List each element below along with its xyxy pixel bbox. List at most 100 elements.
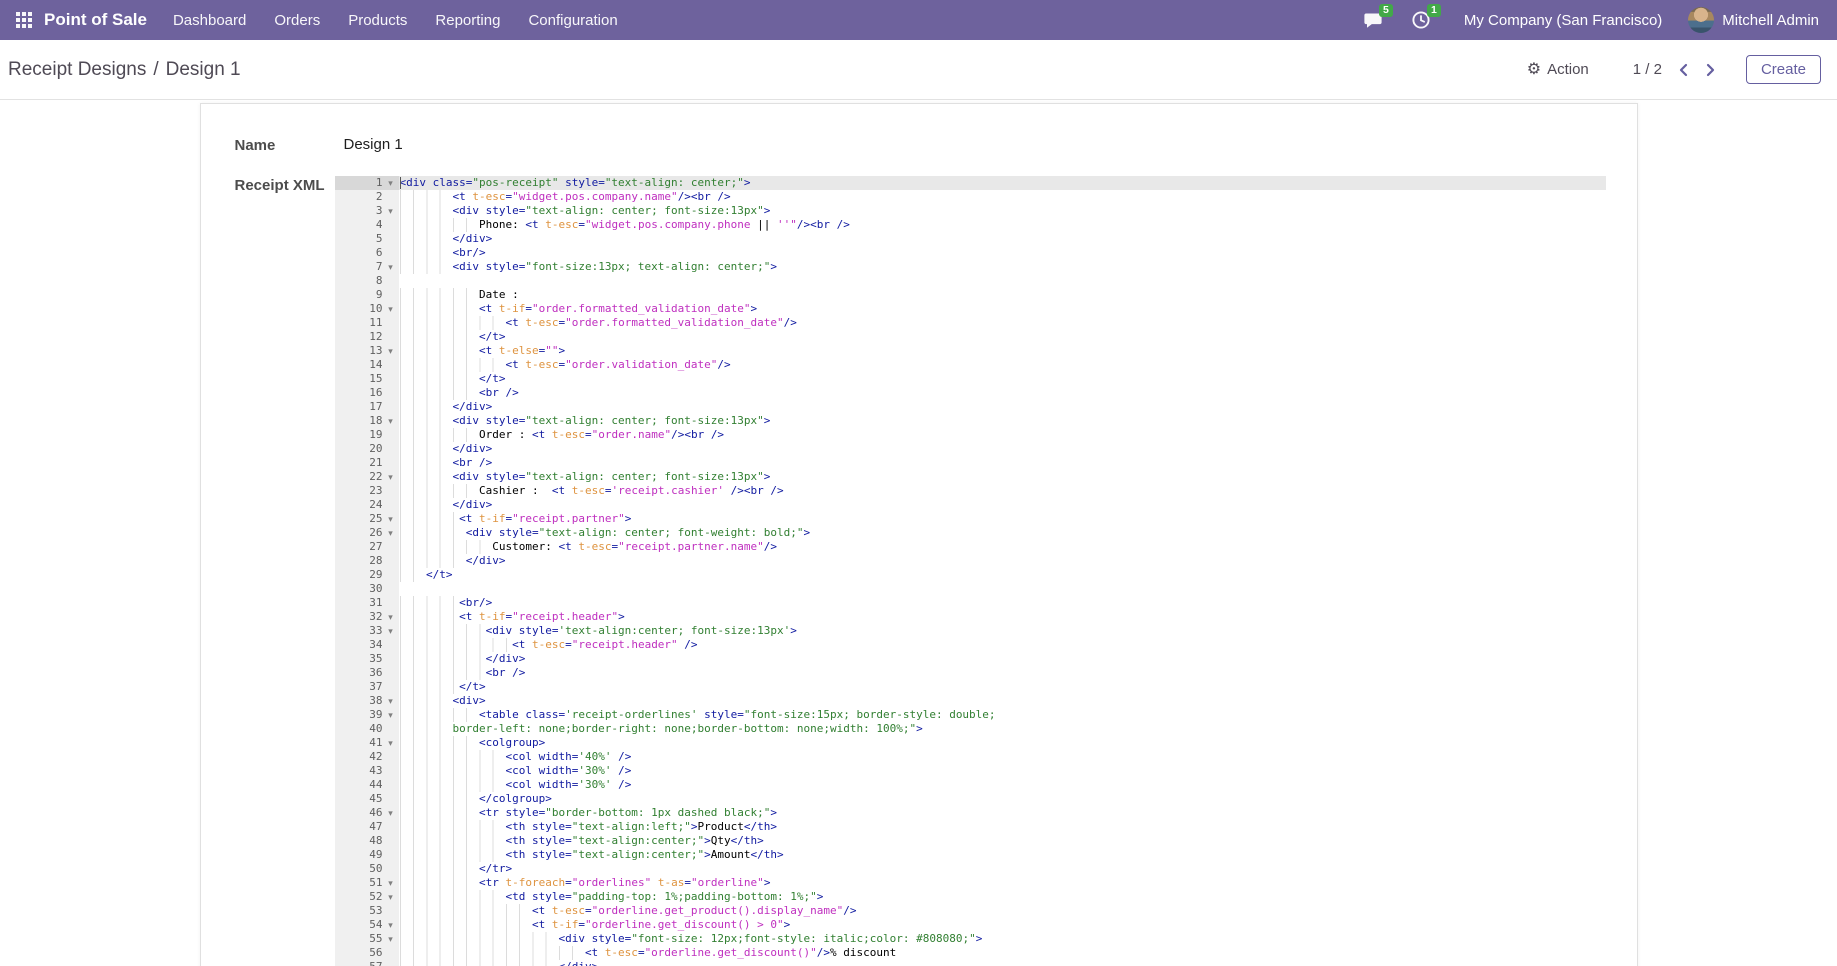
user-menu[interactable]: Mitchell Admin (1722, 12, 1819, 29)
line-number[interactable]: 33▾ (335, 624, 399, 638)
code-text[interactable]: <t t-if="receipt.partner"> (399, 512, 1606, 526)
code-line-10[interactable]: 10▾ <t t-if="order.formatted_validation_… (335, 302, 1606, 316)
code-line-22[interactable]: 22▾ <div style="text-align: center; font… (335, 470, 1606, 484)
code-text[interactable]: <colgroup> (399, 736, 1606, 750)
code-text[interactable]: <col width='40%' /> (399, 750, 1606, 764)
pager-next-button[interactable] (1704, 61, 1718, 79)
line-number[interactable]: 44 (335, 778, 399, 792)
code-text[interactable]: </div> (399, 442, 1606, 456)
code-text[interactable]: </t> (399, 680, 1606, 694)
line-number[interactable]: 15 (335, 372, 399, 386)
code-text[interactable]: <th style="text-align:center;">Amount</t… (399, 848, 1606, 862)
fold-icon[interactable]: ▾ (383, 932, 399, 946)
code-text[interactable]: <td style="padding-top: 1%;padding-botto… (399, 890, 1606, 904)
line-number[interactable]: 26▾ (335, 526, 399, 540)
line-number[interactable]: 42 (335, 750, 399, 764)
code-text[interactable]: <br/> (399, 596, 1606, 610)
messages-icon[interactable]: 5 (1362, 9, 1384, 31)
code-text[interactable]: <br /> (399, 386, 1606, 400)
fold-icon[interactable]: ▾ (383, 526, 399, 540)
code-line-45[interactable]: 45 </colgroup> (335, 792, 1606, 806)
pager-previous-button[interactable] (1676, 61, 1690, 79)
code-text[interactable]: Order : <t t-esc="order.name"/><br /> (399, 428, 1606, 442)
code-line-32[interactable]: 32▾ <t t-if="receipt.header"> (335, 610, 1606, 624)
line-number[interactable]: 10▾ (335, 302, 399, 316)
line-number[interactable]: 50 (335, 862, 399, 876)
fold-icon[interactable]: ▾ (383, 694, 399, 708)
code-line-21[interactable]: 21 <br /> (335, 456, 1606, 470)
code-text[interactable]: </div> (399, 400, 1606, 414)
code-text[interactable]: <div style='text-align:center; font-size… (399, 624, 1606, 638)
code-text[interactable] (399, 274, 1606, 288)
code-line-55[interactable]: 55▾ <div style="font-size: 12px;font-sty… (335, 932, 1606, 946)
line-number[interactable]: 23 (335, 484, 399, 498)
action-menu-button[interactable]: ⚙ Action (1527, 61, 1589, 78)
fold-icon[interactable]: ▾ (383, 512, 399, 526)
code-text[interactable]: <div style="text-align: center; font-siz… (399, 470, 1606, 484)
code-text[interactable]: <t t-esc="widget.pos.company.name"/><br … (399, 190, 1606, 204)
code-line-38[interactable]: 38▾ <div> (335, 694, 1606, 708)
menu-item-orders[interactable]: Orders (274, 12, 320, 29)
code-text[interactable]: </t> (399, 372, 1606, 386)
code-text[interactable]: </t> (399, 330, 1606, 344)
code-text[interactable]: <tr style="border-bottom: 1px dashed bla… (399, 806, 1606, 820)
line-number[interactable]: 54▾ (335, 918, 399, 932)
code-line-47[interactable]: 47 <th style="text-align:left;">Product<… (335, 820, 1606, 834)
code-text[interactable]: <div style="text-align: center; font-siz… (399, 414, 1606, 428)
line-number[interactable]: 20 (335, 442, 399, 456)
code-line-57[interactable]: 57 </div> (335, 960, 1606, 966)
code-text[interactable]: </div> (399, 554, 1606, 568)
code-line-44[interactable]: 44 <col width='30%' /> (335, 778, 1606, 792)
code-line-8[interactable]: 8 (335, 274, 1606, 288)
fold-icon[interactable]: ▾ (383, 302, 399, 316)
code-line-48[interactable]: 48 <th style="text-align:center;">Qty</t… (335, 834, 1606, 848)
code-line-15[interactable]: 15 </t> (335, 372, 1606, 386)
company-switcher[interactable]: My Company (San Francisco) (1464, 12, 1662, 29)
line-number[interactable]: 4 (335, 218, 399, 232)
code-text[interactable]: Date : (399, 288, 1606, 302)
code-text[interactable]: Customer: <t t-esc="receipt.partner.name… (399, 540, 1606, 554)
line-number[interactable]: 51▾ (335, 876, 399, 890)
fold-icon[interactable]: ▾ (383, 876, 399, 890)
code-text[interactable]: </t> (399, 568, 1606, 582)
code-line-9[interactable]: 9 Date : (335, 288, 1606, 302)
code-line-36[interactable]: 36 <br /> (335, 666, 1606, 680)
code-line-34[interactable]: 34 <t t-esc="receipt.header" /> (335, 638, 1606, 652)
line-number[interactable]: 13▾ (335, 344, 399, 358)
code-line-1[interactable]: 1▾<div class="pos-receipt" style="text-a… (335, 176, 1606, 190)
line-number[interactable]: 17 (335, 400, 399, 414)
code-text[interactable]: <t t-if="orderline.get_discount() > 0"> (399, 918, 1606, 932)
code-line-5[interactable]: 5 </div> (335, 232, 1606, 246)
line-number[interactable]: 30 (335, 582, 399, 596)
line-number[interactable]: 8 (335, 274, 399, 288)
line-number[interactable]: 39▾ (335, 708, 399, 722)
fold-icon[interactable]: ▾ (383, 918, 399, 932)
code-line-41[interactable]: 41▾ <colgroup> (335, 736, 1606, 750)
code-text[interactable]: <col width='30%' /> (399, 778, 1606, 792)
code-line-2[interactable]: 2 <t t-esc="widget.pos.company.name"/><b… (335, 190, 1606, 204)
code-text[interactable]: <t t-esc="order.formatted_validation_dat… (399, 316, 1606, 330)
menu-item-products[interactable]: Products (348, 12, 407, 29)
code-line-42[interactable]: 42 <col width='40%' /> (335, 750, 1606, 764)
menu-item-configuration[interactable]: Configuration (528, 12, 617, 29)
code-line-16[interactable]: 16 <br /> (335, 386, 1606, 400)
fold-icon[interactable]: ▾ (383, 736, 399, 750)
line-number[interactable]: 36 (335, 666, 399, 680)
code-text[interactable]: <col width='30%' /> (399, 764, 1606, 778)
code-line-11[interactable]: 11 <t t-esc="order.formatted_validation_… (335, 316, 1606, 330)
code-line-28[interactable]: 28 </div> (335, 554, 1606, 568)
app-name[interactable]: Point of Sale (44, 10, 147, 30)
code-text[interactable]: </div> (399, 960, 1606, 966)
code-text[interactable]: <t t-esc="orderline.get_product().displa… (399, 904, 1606, 918)
code-line-25[interactable]: 25▾ <t t-if="receipt.partner"> (335, 512, 1606, 526)
line-number[interactable]: 6 (335, 246, 399, 260)
code-line-12[interactable]: 12 </t> (335, 330, 1606, 344)
fold-icon[interactable]: ▾ (383, 708, 399, 722)
line-number[interactable]: 57 (335, 960, 399, 966)
line-number[interactable]: 48 (335, 834, 399, 848)
line-number[interactable]: 28 (335, 554, 399, 568)
line-number[interactable]: 52▾ (335, 890, 399, 904)
code-text[interactable]: <div style="font-size: 12px;font-style: … (399, 932, 1606, 946)
line-number[interactable]: 21 (335, 456, 399, 470)
fold-icon[interactable]: ▾ (383, 610, 399, 624)
